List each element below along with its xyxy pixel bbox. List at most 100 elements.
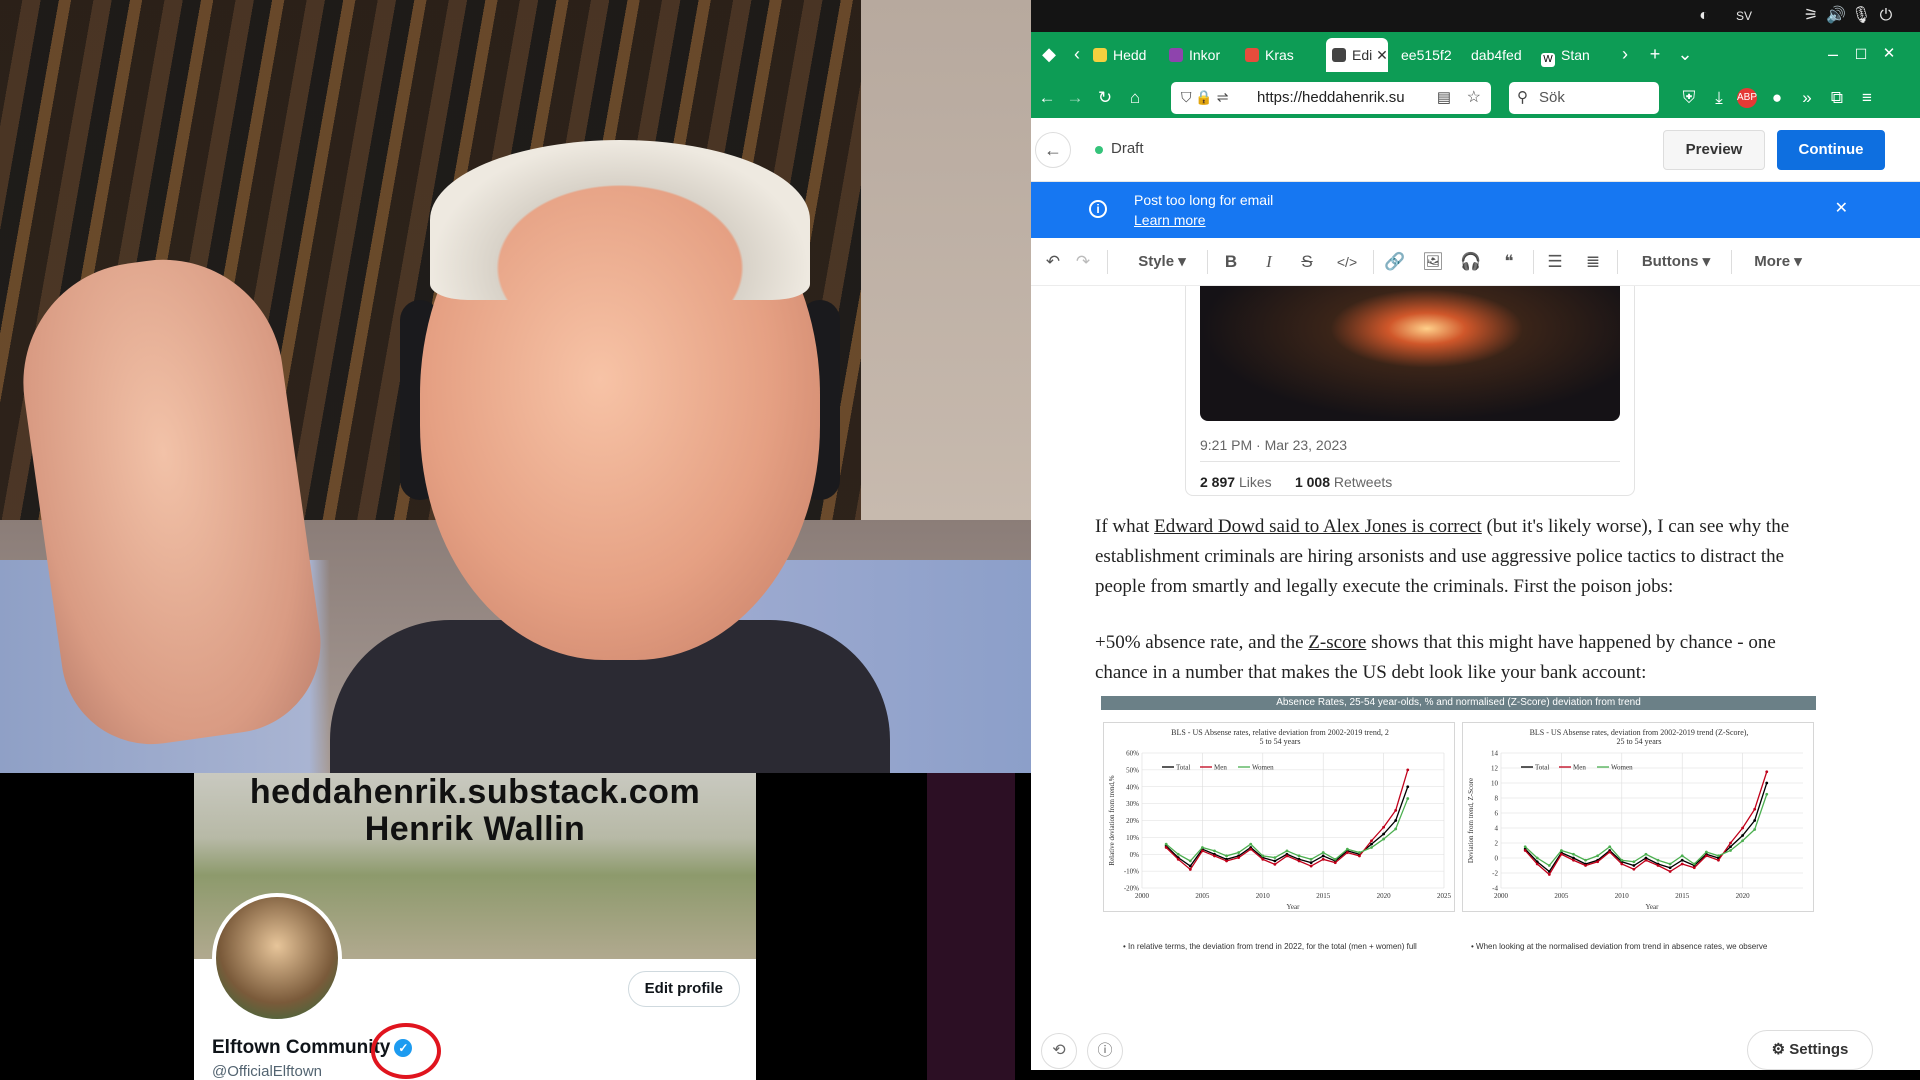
tab-6[interactable]: dab4fed <box>1471 38 1533 72</box>
webcam-video <box>0 0 1031 773</box>
forward-icon[interactable]: → <box>1063 86 1087 110</box>
tab-4-active[interactable]: Edi ✕ <box>1326 38 1388 72</box>
paragraph-2-text-a: +50% absence rate, and the <box>1095 632 1309 653</box>
data-point-women <box>1620 858 1624 862</box>
data-point-women <box>1237 851 1241 854</box>
data-point-men <box>1620 862 1624 866</box>
x-tick-label: 2020 <box>1736 892 1751 900</box>
paragraph-1[interactable]: If what Edward Dowd said to Alex Jones i… <box>1095 512 1815 602</box>
data-point-women <box>1692 862 1696 866</box>
data-point-women <box>1249 842 1253 846</box>
y-tick-label: 10 <box>1491 780 1499 788</box>
ubuntu-icon[interactable]: ◐ <box>1694 6 1714 26</box>
buttons-dropdown[interactable]: Buttons ▾ <box>1631 250 1721 274</box>
y-tick-label: 0% <box>1130 851 1140 859</box>
x-tick-label: 2025 <box>1437 892 1452 900</box>
bookmark-star-icon[interactable]: ☆ <box>1467 87 1481 107</box>
banner-close-icon[interactable]: ✕ <box>1835 198 1848 218</box>
data-point-men <box>1523 849 1527 852</box>
editor-back-button[interactable]: ← <box>1035 132 1071 168</box>
data-point-women <box>1572 852 1575 856</box>
link-icon[interactable]: 🔗 <box>1383 250 1407 274</box>
editor-content[interactable]: 9:21 PM · Mar 23, 2023 2 897 Likes 1 008… <box>1031 286 1920 1070</box>
tab-scroll-right-icon[interactable]: › <box>1613 42 1637 66</box>
code-icon[interactable]: </> <box>1331 250 1363 274</box>
undo-icon[interactable]: ↶ <box>1041 250 1065 274</box>
data-point-total <box>1753 819 1757 822</box>
overflow-icon[interactable]: » <box>1795 86 1819 110</box>
paragraph-2[interactable]: +50% absence rate, and the Z-score shows… <box>1095 628 1815 688</box>
tab-2[interactable]: Inkor <box>1169 38 1239 72</box>
tweet-image[interactable] <box>1200 286 1620 421</box>
learn-more-link[interactable]: Learn more <box>1134 212 1206 228</box>
audio-icon[interactable]: 🎧 <box>1459 250 1483 274</box>
data-point-men <box>1382 825 1385 829</box>
tab-1[interactable]: Hedd <box>1093 38 1163 72</box>
history-icon[interactable]: ⟲ <box>1041 1033 1077 1069</box>
url-bar[interactable]: ⛉ 🔒 ⇌ https://heddahenrik.su ▤ ☆ <box>1171 82 1491 114</box>
continue-button[interactable]: Continue <box>1777 130 1885 170</box>
firefox-view-icon[interactable]: ◆ <box>1037 42 1061 66</box>
bullet-list-icon[interactable]: ☰ <box>1543 250 1567 274</box>
numbered-list-icon[interactable]: ≣ <box>1581 250 1605 274</box>
navigation-bar: ← → ↻ ⌂ ⛉ 🔒 ⇌ https://heddahenrik.su ▤ ☆… <box>1031 78 1920 118</box>
downloads-icon[interactable]: ⤓ <box>1707 86 1731 110</box>
shield-lock-icon[interactable]: ⛉ 🔒 ⇌ <box>1181 89 1228 106</box>
keyboard-indicator[interactable]: SV <box>1736 6 1752 26</box>
adblock-icon[interactable]: ABP <box>1737 88 1757 108</box>
reader-view-icon[interactable]: ▤ <box>1437 88 1451 106</box>
volume-icon[interactable]: 🔊 <box>1826 6 1846 26</box>
url-text[interactable]: https://heddahenrik.su <box>1257 89 1427 106</box>
tab-scroll-left-icon[interactable]: ‹ <box>1065 42 1089 66</box>
pocket-icon[interactable]: ⛨ <box>1677 86 1701 110</box>
more-dropdown[interactable]: More ▾ <box>1743 250 1813 274</box>
settings-button[interactable]: ⚙ Settings <box>1747 1030 1873 1070</box>
data-point-women <box>1753 828 1757 831</box>
search-bar[interactable]: ⚲ Sök <box>1509 82 1659 114</box>
preview-button[interactable]: Preview <box>1663 130 1765 170</box>
back-icon[interactable]: ← <box>1035 86 1059 110</box>
style-dropdown[interactable]: Style ▾ <box>1127 250 1197 274</box>
network-icon[interactable]: ⚞ <box>1801 6 1821 26</box>
search-input[interactable]: Sök <box>1539 89 1565 106</box>
tab-3[interactable]: Kras <box>1245 38 1315 72</box>
edward-dowd-link[interactable]: Edward Dowd said to Alex Jones is correc… <box>1154 516 1482 537</box>
avatar[interactable] <box>212 893 342 1023</box>
list-tabs-icon[interactable]: ⌄ <box>1673 42 1697 66</box>
mic-icon[interactable]: 🎙 <box>1851 6 1871 26</box>
redo-icon[interactable]: ↷ <box>1071 250 1095 274</box>
tab-5[interactable]: ee515f2 <box>1401 38 1463 72</box>
y-tick-label: 30% <box>1126 800 1139 808</box>
window-close-icon[interactable]: ✕ <box>1877 42 1901 66</box>
image-icon[interactable]: 🖼 <box>1421 250 1445 274</box>
new-tab-icon[interactable]: + <box>1643 42 1667 66</box>
strikethrough-icon[interactable]: S <box>1295 250 1319 274</box>
data-point-men <box>1297 859 1301 863</box>
extension-icon[interactable]: ● <box>1765 86 1789 110</box>
data-point-total <box>1382 832 1385 836</box>
quote-icon[interactable]: ❝ <box>1497 250 1521 274</box>
edit-profile-button[interactable]: Edit profile <box>627 971 740 1007</box>
y-tick-label: 60% <box>1126 750 1139 758</box>
maximize-icon[interactable]: ☐ <box>1849 42 1873 66</box>
menu-icon[interactable]: ≡ <box>1855 86 1879 110</box>
bold-icon[interactable]: B <box>1219 250 1243 274</box>
info-circle-icon[interactable]: ⓘ <box>1087 1033 1123 1069</box>
italic-icon[interactable]: I <box>1257 250 1281 274</box>
extensions-puzzle-icon[interactable]: ⧉ <box>1825 86 1849 110</box>
likes-count: 2 897 <box>1200 474 1236 490</box>
legend-label-total: Total <box>1535 764 1549 772</box>
power-icon[interactable]: ⏻ <box>1876 6 1896 26</box>
minimize-icon[interactable]: – <box>1821 42 1845 66</box>
data-point-women <box>1261 854 1265 858</box>
z-score-link[interactable]: Z-score <box>1308 632 1366 653</box>
reload-icon[interactable]: ↻ <box>1093 86 1117 110</box>
tab-7[interactable]: W Stan <box>1541 38 1605 72</box>
data-point-women <box>1644 852 1648 856</box>
home-icon[interactable]: ⌂ <box>1123 86 1147 110</box>
banner-line2: Henrik Wallin <box>364 810 586 848</box>
embedded-tweet[interactable]: 9:21 PM · Mar 23, 2023 2 897 Likes 1 008… <box>1185 286 1635 496</box>
data-point-men <box>1406 768 1410 772</box>
absence-chart-image[interactable]: Absence Rates, 25-54 year-olds, % and no… <box>1101 696 1816 956</box>
close-tab-icon[interactable]: ✕ <box>1376 47 1388 63</box>
